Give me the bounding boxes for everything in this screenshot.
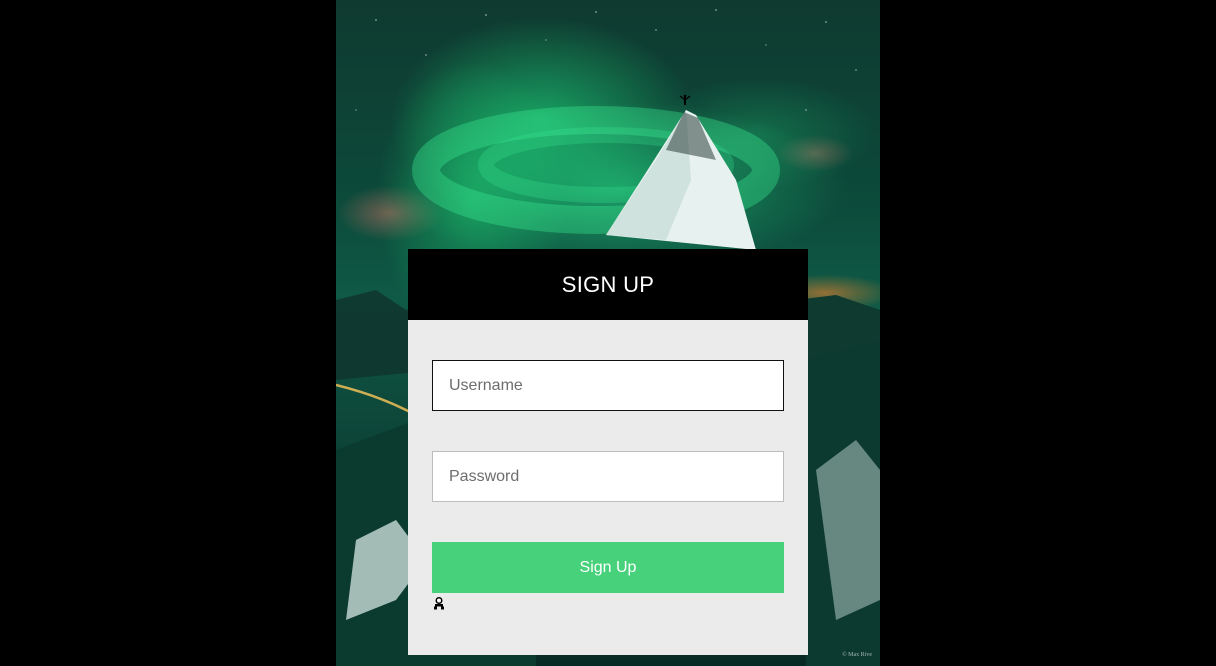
sign-up-button[interactable]: Sign Up: [432, 542, 784, 593]
photo-credit: © Max Rive: [842, 652, 872, 658]
password-input[interactable]: [432, 451, 784, 502]
username-input[interactable]: [432, 360, 784, 411]
card-header: SIGN UP: [408, 249, 808, 320]
signup-card: SIGN UP Sign Up: [408, 249, 808, 655]
card-title: SIGN UP: [561, 271, 655, 297]
person-icon: [432, 596, 446, 610]
page: © Max Rive SIGN UP Sign Up: [0, 0, 1216, 666]
